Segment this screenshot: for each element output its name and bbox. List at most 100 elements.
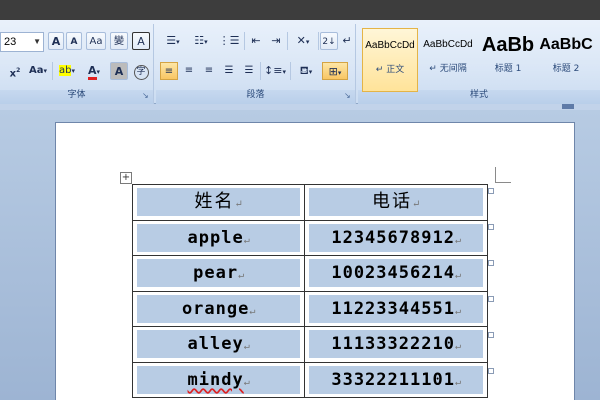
style-name: 标题 1 <box>494 64 522 74</box>
dialog-launcher-icon[interactable]: ↘ <box>142 92 150 100</box>
paragraph-mark: ↵ <box>454 234 461 246</box>
enclose-chars-button[interactable]: 字 <box>132 62 150 80</box>
style-normal[interactable]: AaBbCcDd ↵ 正文 <box>362 28 418 92</box>
table-row: orange↵ 11223344551↵ <box>131 290 488 327</box>
table-move-handle-icon[interactable]: + <box>120 172 132 184</box>
show-marks-button[interactable]: ↵ <box>340 32 354 50</box>
separator <box>52 62 53 80</box>
line-spacing-button[interactable]: ↕≡▾ <box>262 62 288 80</box>
char-shading-button[interactable]: A <box>110 62 128 80</box>
change-case-label: Aa <box>28 65 44 76</box>
change-case-button[interactable]: Aa▾ <box>26 62 50 80</box>
style-heading-1[interactable]: AaBb 标题 1 <box>480 28 536 92</box>
style-preview: AaBbC <box>539 36 593 53</box>
table-row: alley↵ 11133322210↵ <box>131 326 488 363</box>
table-row: pear↵ 10023456214↵ <box>131 255 488 292</box>
borders-button[interactable]: ⊞▾ <box>322 62 348 80</box>
paragraph-mark: ↵ <box>454 376 461 388</box>
font-color-button[interactable]: A▾ <box>82 62 106 80</box>
row-end-mark <box>488 260 494 266</box>
highlight-label: ab <box>59 65 72 76</box>
table-cell[interactable]: apple↵ <box>131 219 306 256</box>
name-value: orange <box>181 298 250 319</box>
paragraph-mark: ↵ <box>249 305 256 317</box>
table-row: apple↵ 12345678912↵ <box>131 219 488 256</box>
phonetic-guide-button[interactable]: 變 <box>110 32 128 50</box>
bullets-button[interactable]: ☰▾ <box>160 32 186 50</box>
increase-indent-icon: ⇥ <box>271 34 281 47</box>
grow-font-button[interactable]: A <box>48 32 64 50</box>
font-color-label: A <box>87 64 97 80</box>
distributed-button[interactable]: ☰ <box>240 62 258 80</box>
decrease-indent-button[interactable]: ⇤ <box>246 32 266 50</box>
style-preview: AaBb <box>481 34 535 56</box>
table-cell[interactable]: mindy↵ <box>131 361 306 398</box>
font-size-combobox[interactable]: 23 ▼ <box>0 32 44 52</box>
multilevel-list-icon: ⋮☰ <box>218 34 240 47</box>
border-grid-icon: ⊞ <box>328 65 338 78</box>
ruler-marker[interactable] <box>562 104 574 109</box>
table-cell[interactable]: orange↵ <box>131 290 306 327</box>
table-cell[interactable]: 12345678912↵ <box>304 219 488 256</box>
chinese-layout-button[interactable]: ✕▾ <box>290 32 316 50</box>
styles-group-label: 样式 <box>469 90 488 100</box>
styles-group: AaBbCcDd ↵ 正文 AaBbCcDd ↵ 无间隔 AaBb 标题 1 A… <box>358 24 600 104</box>
phone-value: 12345678912 <box>331 227 455 248</box>
font-group-label: 字体 <box>67 90 86 100</box>
table-cell[interactable]: 11133322210↵ <box>304 326 488 363</box>
table-cell[interactable]: 33322211101↵ <box>304 361 488 398</box>
dialog-launcher-icon[interactable]: ↘ <box>344 92 352 100</box>
clear-format-button[interactable]: Aa <box>86 32 106 50</box>
paragraph-mark: ↵ <box>234 199 243 211</box>
line-spacing-icon: ↕≡ <box>264 64 283 77</box>
align-center-icon: ≡ <box>184 65 194 76</box>
title-bar <box>0 0 600 20</box>
shading-button[interactable]: ⛾▾ <box>292 62 320 80</box>
align-left-button[interactable]: ≡ <box>160 62 178 80</box>
paragraph-mark: ↵ <box>454 341 461 353</box>
header-name: 姓名 <box>194 191 235 213</box>
phone-value: 11133322210 <box>331 334 455 355</box>
style-heading-2[interactable]: AaBbC 标题 2 <box>538 28 594 92</box>
align-right-button[interactable]: ≡ <box>200 62 218 80</box>
sort-button[interactable]: 2↓ <box>320 32 338 50</box>
table-cell[interactable]: 11223344551↵ <box>304 290 488 327</box>
style-preview: AaBbCcDd <box>365 40 415 51</box>
table-header-row: 姓名↵ 电话↵ <box>131 184 488 221</box>
table-cell[interactable]: 电话↵ <box>304 184 488 221</box>
shrink-font-button[interactable]: A <box>66 32 82 50</box>
shrink-font-label: A <box>70 37 78 47</box>
paragraph-mark: ↵ <box>411 199 421 211</box>
show-marks-label: ↵ <box>342 34 352 47</box>
data-table[interactable]: 姓名↵ 电话↵ apple↵ 12345678912↵ pear↵ 100234… <box>131 184 488 398</box>
row-end-mark <box>488 368 494 374</box>
style-name: 标题 2 <box>552 64 580 74</box>
separator <box>290 62 291 80</box>
chevron-down-icon[interactable]: ▼ <box>33 33 41 51</box>
table-cell[interactable]: 姓名↵ <box>131 184 306 221</box>
row-end-mark <box>488 332 494 338</box>
row-end-mark <box>488 224 494 230</box>
subscript-button[interactable]: x2 <box>6 62 24 80</box>
style-name: ↵ 无间隔 <box>429 64 467 74</box>
ribbon: 23 ▼ A A Aa 變 A x2 Aa▾ ab▾ A▾ A 字 字体 ↘ ☰… <box>0 20 600 104</box>
table-cell[interactable]: pear↵ <box>131 255 306 292</box>
justify-button[interactable]: ☰ <box>220 62 238 80</box>
table-cell[interactable]: 10023456214↵ <box>304 255 488 292</box>
sort-label: 2↓ <box>322 37 336 47</box>
char-border-label: A <box>137 35 145 48</box>
align-center-button[interactable]: ≡ <box>180 62 198 80</box>
char-shading-label: A <box>114 65 124 78</box>
justify-icon: ☰ <box>224 65 234 76</box>
increase-indent-button[interactable]: ⇥ <box>266 32 286 50</box>
style-preview: AaBbCcDd <box>423 39 473 50</box>
style-no-spacing[interactable]: AaBbCcDd ↵ 无间隔 <box>420 28 476 92</box>
numbering-button[interactable]: ☷▾ <box>188 32 214 50</box>
char-border-button[interactable]: A <box>132 32 150 50</box>
separator <box>287 32 288 50</box>
name-value: mindy <box>187 369 244 390</box>
highlight-button[interactable]: ab▾ <box>55 62 79 80</box>
table-cell[interactable]: alley↵ <box>131 326 306 363</box>
name-value: alley <box>187 334 244 355</box>
multilevel-list-button[interactable]: ⋮☰ <box>216 32 242 50</box>
